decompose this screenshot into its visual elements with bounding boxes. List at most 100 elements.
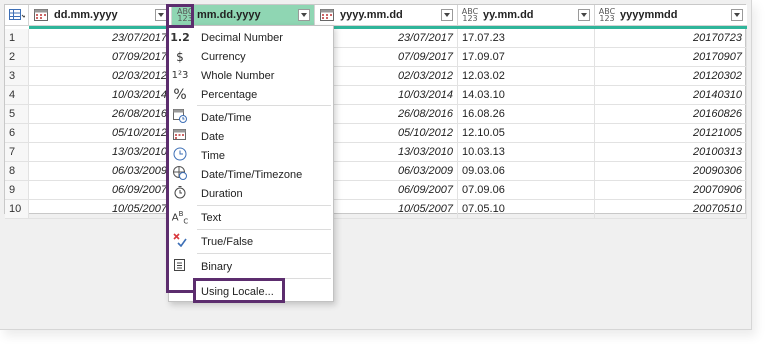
menu-item-binary[interactable]: Binary (169, 257, 333, 276)
cell-dd-mm-yyyy[interactable]: 26/08/2016 (29, 105, 172, 124)
menu-item-date[interactable]: Date (169, 127, 333, 146)
menu-item-time[interactable]: Time (169, 146, 333, 165)
menu-item-decimal-number[interactable]: 1.2 Decimal Number (169, 28, 333, 47)
menu-item-label: Whole Number (201, 69, 275, 82)
cell-yyyymmdd[interactable]: 20090306 (595, 162, 747, 181)
truefalse-icon (169, 233, 191, 250)
row-number[interactable]: 6 (5, 124, 29, 143)
row-number[interactable]: 10 (5, 200, 29, 219)
menu-item-date-time-timezone[interactable]: Date/Time/Timezone (169, 165, 333, 184)
menu-item-percentage[interactable]: % Percentage (169, 85, 333, 104)
whole-number-icon: 1²3 (171, 70, 189, 81)
menu-item-label: Percentage (201, 88, 258, 101)
column-header-yy-mm-dd[interactable]: ABC 123 yy.mm.dd (458, 5, 595, 26)
column-filter-button[interactable] (578, 9, 590, 21)
row-number[interactable]: 5 (5, 105, 29, 124)
table-row: 5 26/08/2016 26/08/2016 16.08.26 20160826 (5, 105, 747, 124)
cell-dd-mm-yyyy[interactable]: 05/10/2012 (29, 124, 172, 143)
cell-dd-mm-yyyy[interactable]: 10/03/2014 (29, 86, 172, 105)
cell-yyyy-mm-dd[interactable]: 10/05/2007 (315, 200, 458, 219)
menu-item-date-time[interactable]: Date/Time (169, 108, 333, 127)
date-type-icon (320, 9, 334, 21)
abc-123-type-icon[interactable]: ABC 123 (461, 8, 479, 23)
cell-yyyymmdd[interactable]: 20070510 (595, 200, 747, 219)
cell-yy-mm-dd[interactable]: 17.09.07 (458, 48, 595, 67)
column-filter-button[interactable] (731, 9, 743, 21)
cell-yy-mm-dd[interactable]: 14.03.10 (458, 86, 595, 105)
cell-yyyymmdd[interactable]: 20140310 (595, 86, 747, 105)
menu-item-currency[interactable]: $ Currency (169, 47, 333, 66)
table-row: 4 10/03/2014 10/03/2014 14.03.10 20140310 (5, 86, 747, 105)
cell-yyyymmdd[interactable]: 20170907 (595, 48, 747, 67)
highlight-connector-vertical (166, 27, 169, 293)
row-number[interactable]: 1 (5, 29, 29, 48)
cell-yyyy-mm-dd[interactable]: 07/09/2017 (315, 48, 458, 67)
cell-yyyymmdd[interactable]: 20100313 (595, 143, 747, 162)
row-number[interactable]: 4 (5, 86, 29, 105)
decimal-icon: 1.2 (170, 31, 190, 44)
cell-yyyy-mm-dd[interactable]: 02/03/2012 (315, 67, 458, 86)
column-name: yy.mm.dd (483, 9, 534, 21)
cell-yyyy-mm-dd[interactable]: 10/03/2014 (315, 86, 458, 105)
cell-yyyy-mm-dd[interactable]: 23/07/2017 (315, 29, 458, 48)
cell-dd-mm-yyyy[interactable]: 23/07/2017 (29, 29, 172, 48)
cell-yy-mm-dd[interactable]: 07.09.06 (458, 181, 595, 200)
cell-yyyymmdd[interactable]: 20160826 (595, 105, 747, 124)
cell-yyyymmdd[interactable]: 20121005 (595, 124, 747, 143)
row-number[interactable]: 3 (5, 67, 29, 86)
time-icon (169, 147, 191, 164)
cell-yy-mm-dd[interactable]: 10.03.13 (458, 143, 595, 162)
menu-item-label: Date (201, 130, 225, 143)
cell-dd-mm-yyyy[interactable]: 06/09/2007 (29, 181, 172, 200)
menu-item-whole-number[interactable]: 1²3 Whole Number (169, 66, 333, 85)
abc-123-type-icon[interactable]: ABC 123 (598, 8, 616, 23)
column-header-dd-mm-yyyy[interactable]: dd.mm.yyyy (29, 5, 172, 26)
row-number[interactable]: 9 (5, 181, 29, 200)
menu-item-text[interactable]: ABC Text (169, 208, 333, 227)
menu-separator (197, 229, 331, 230)
duration-icon (169, 185, 191, 202)
cell-yy-mm-dd[interactable]: 12.10.05 (458, 124, 595, 143)
percentage-icon: % (173, 86, 187, 103)
highlight-connector-horizontal (166, 290, 194, 293)
column-header-yyyy-mm-dd[interactable]: yyyy.mm.dd (315, 5, 458, 26)
table-row: 9 06/09/2007 06/09/2007 07.09.06 20070906 (5, 181, 747, 200)
cell-yy-mm-dd[interactable]: 07.05.10 (458, 200, 595, 219)
cell-yyyy-mm-dd[interactable]: 26/08/2016 (315, 105, 458, 124)
cell-dd-mm-yyyy[interactable]: 07/09/2017 (29, 48, 172, 67)
table-row: 2 07/09/2017 07/09/2017 17.09.07 20170907 (5, 48, 747, 67)
column-filter-button[interactable] (298, 9, 310, 21)
menu-item-label: Time (201, 149, 226, 162)
cell-yyyymmdd[interactable]: 20070906 (595, 181, 747, 200)
cell-dd-mm-yyyy[interactable]: 13/03/2010 (29, 143, 172, 162)
row-number[interactable]: 8 (5, 162, 29, 181)
menu-item-true-false[interactable]: True/False (169, 232, 333, 251)
cell-yyyy-mm-dd[interactable]: 06/03/2009 (315, 162, 458, 181)
change-type-menu: 1.2 Decimal Number $ Currency 1²3 Whole … (168, 25, 334, 302)
cell-yyyy-mm-dd[interactable]: 06/09/2007 (315, 181, 458, 200)
table-menu-button[interactable] (5, 5, 29, 26)
table-icon (8, 9, 25, 20)
cell-yy-mm-dd[interactable]: 12.03.02 (458, 67, 595, 86)
cell-yyyy-mm-dd[interactable]: 05/10/2012 (315, 124, 458, 143)
cell-dd-mm-yyyy[interactable]: 10/05/2007 (29, 200, 172, 219)
column-name: dd.mm.yyyy (54, 9, 118, 21)
menu-item-duration[interactable]: Duration (169, 184, 333, 203)
table-row: 3 02/03/2012 02/03/2012 12.03.02 20120302 (5, 67, 747, 86)
cell-yy-mm-dd[interactable]: 17.07.23 (458, 29, 595, 48)
cell-dd-mm-yyyy[interactable]: 06/03/2009 (29, 162, 172, 181)
cell-yy-mm-dd[interactable]: 16.08.26 (458, 105, 595, 124)
cell-dd-mm-yyyy[interactable]: 02/03/2012 (29, 67, 172, 86)
column-filter-button[interactable] (441, 9, 453, 21)
cell-yyyymmdd[interactable]: 20120302 (595, 67, 747, 86)
datetime-icon (169, 109, 191, 126)
cell-yyyymmdd[interactable]: 20170723 (595, 29, 747, 48)
row-number[interactable]: 7 (5, 143, 29, 162)
cell-yyyy-mm-dd[interactable]: 13/03/2010 (315, 143, 458, 162)
column-header-yyyymmdd[interactable]: ABC 123 yyyymmdd (595, 5, 747, 26)
menu-item-label: Decimal Number (201, 31, 283, 44)
table-row: 8 06/03/2009 06/03/2009 09.03.06 20090306 (5, 162, 747, 181)
data-grid: dd.mm.yyyy ABC 123 mm.dd.yyyy yyyy.mm.dd … (4, 4, 747, 219)
cell-yy-mm-dd[interactable]: 09.03.06 (458, 162, 595, 181)
row-number[interactable]: 2 (5, 48, 29, 67)
